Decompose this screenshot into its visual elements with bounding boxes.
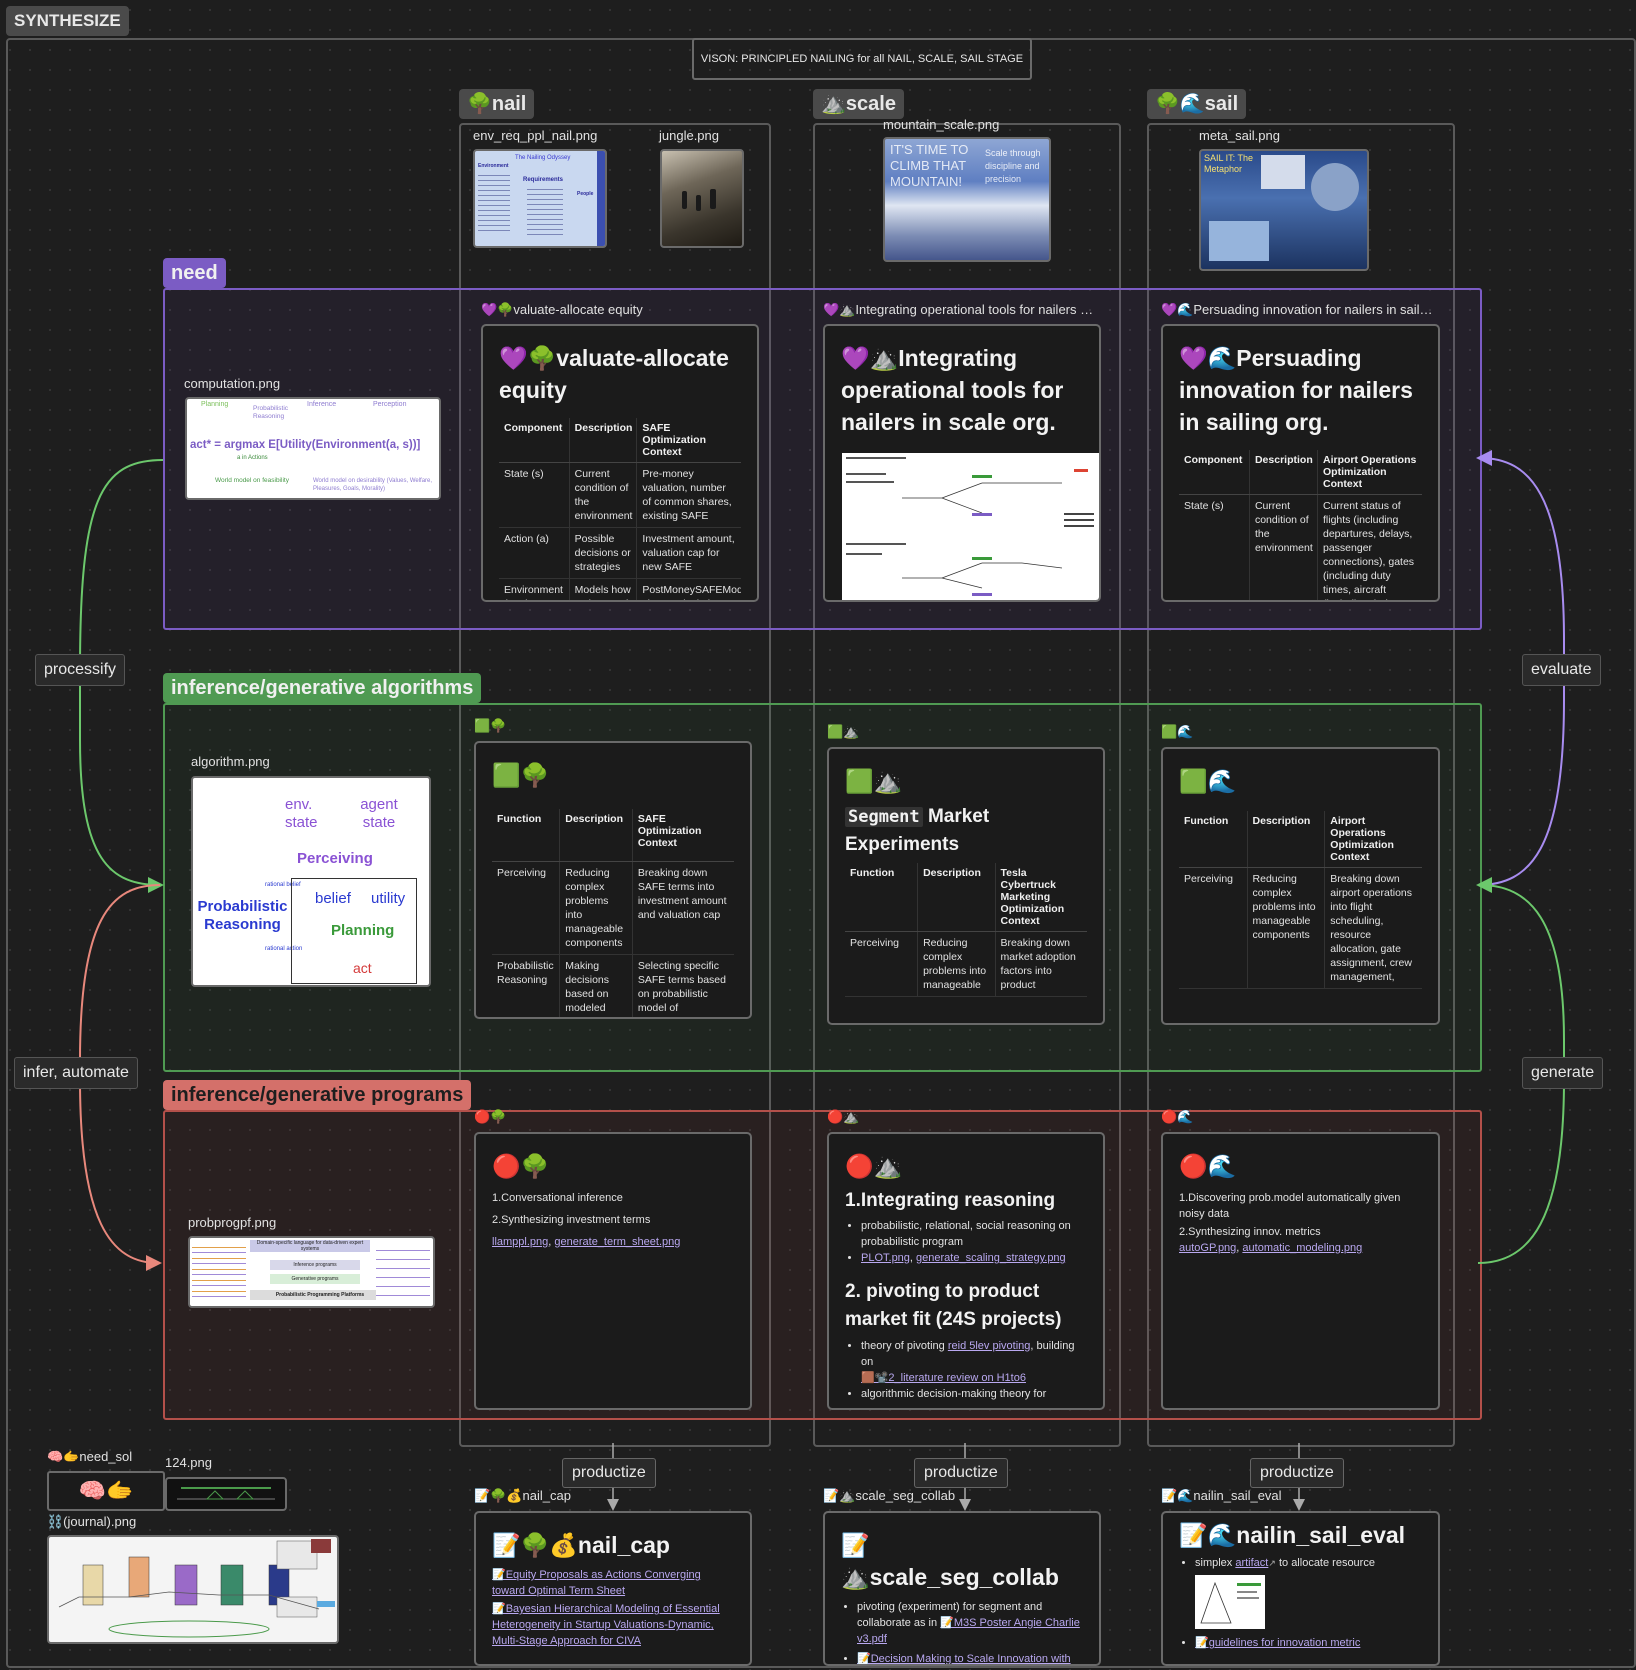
- prod-card-title-scale: 📝⛰️scale_seg_collab: [841, 1532, 1059, 1590]
- artifact-link[interactable]: artifact: [1235, 1557, 1268, 1569]
- list-item: pivoting (experiment) for segment and co…: [857, 1599, 1083, 1647]
- decision-making-link[interactable]: 📝Decision Making to Scale Innovation wit…: [857, 1653, 1071, 1664]
- journal-thumbnail[interactable]: [47, 1535, 339, 1644]
- prod-card-title-sail: 📝🌊nailin_sail_eval: [1179, 1522, 1406, 1548]
- equity-proposals-link[interactable]: 📝Equity Proposals as Actions Converging …: [492, 1569, 701, 1597]
- prod-card-label-sail[interactable]: 📝🌊nailin_sail_eval: [1161, 1488, 1282, 1504]
- journal-svg: [58, 1539, 335, 1638]
- guidelines-link[interactable]: 📝guidelines for innovation metric: [1195, 1637, 1360, 1649]
- evaluate-label[interactable]: evaluate: [1522, 654, 1601, 686]
- prod-card-nail[interactable]: 📝🌳💰nail_cap 📝Equity Proposals as Actions…: [474, 1511, 752, 1666]
- journal-filename: ⛓️(journal).png: [47, 1514, 137, 1529]
- processify-label[interactable]: processify: [35, 654, 126, 686]
- prod-card-title-nail: 📝🌳💰nail_cap: [492, 1532, 670, 1558]
- img124-filename: 124.png: [165, 1455, 212, 1470]
- need-sol-box[interactable]: 🧠🫱: [47, 1471, 165, 1511]
- prod-scale-list: pivoting (experiment) for segment and co…: [841, 1599, 1083, 1664]
- prod-nail-link-2[interactable]: 📝Bayesian Hierarchical Modeling of Essen…: [492, 1601, 734, 1649]
- productize-label-sail[interactable]: productize: [1250, 1458, 1344, 1488]
- prod-card-label-scale[interactable]: 📝⛰️scale_seg_collab: [823, 1488, 955, 1504]
- simplex-image[interactable]: [1195, 1575, 1265, 1629]
- prod-card-sail[interactable]: 📝🌊nailin_sail_eval simplex artifact↗ to …: [1161, 1511, 1440, 1666]
- bayesian-modeling-link[interactable]: 📝Bayesian Hierarchical Modeling of Essen…: [492, 1603, 720, 1647]
- productize-label-scale[interactable]: productize: [914, 1458, 1008, 1488]
- external-link-icon: ↗: [1268, 1558, 1276, 1568]
- list-item: 📝Decision Making to Scale Innovation wit…: [857, 1651, 1083, 1664]
- prod-card-scale[interactable]: 📝⛰️scale_seg_collab pivoting (experiment…: [823, 1511, 1101, 1666]
- prod-sail-b1-post: to allocate resource: [1275, 1557, 1375, 1569]
- need-sol-label: 🧠🫱need_sol: [47, 1449, 133, 1464]
- prod-sail-list: simplex artifact↗ to allocate resource 📝…: [1179, 1555, 1422, 1651]
- simplex-svg: [1200, 1581, 1261, 1624]
- img124-thumbnail[interactable]: [165, 1477, 287, 1511]
- list-item: 📝guidelines for innovation metric: [1195, 1635, 1422, 1651]
- generate-label[interactable]: generate: [1522, 1057, 1604, 1089]
- prod-nail-link-1[interactable]: 📝Equity Proposals as Actions Converging …: [492, 1567, 734, 1599]
- side-connectors: [79, 450, 1565, 1511]
- infer-automate-label[interactable]: infer, automate: [14, 1057, 138, 1089]
- list-item: simplex artifact↗ to allocate resource: [1195, 1555, 1422, 1629]
- productize-label-nail[interactable]: productize: [562, 1458, 656, 1488]
- prod-card-label-nail[interactable]: 📝🌳💰nail_cap: [474, 1488, 571, 1504]
- prod-sail-b1-pre: simplex: [1195, 1557, 1236, 1569]
- img124-svg: [177, 1487, 275, 1500]
